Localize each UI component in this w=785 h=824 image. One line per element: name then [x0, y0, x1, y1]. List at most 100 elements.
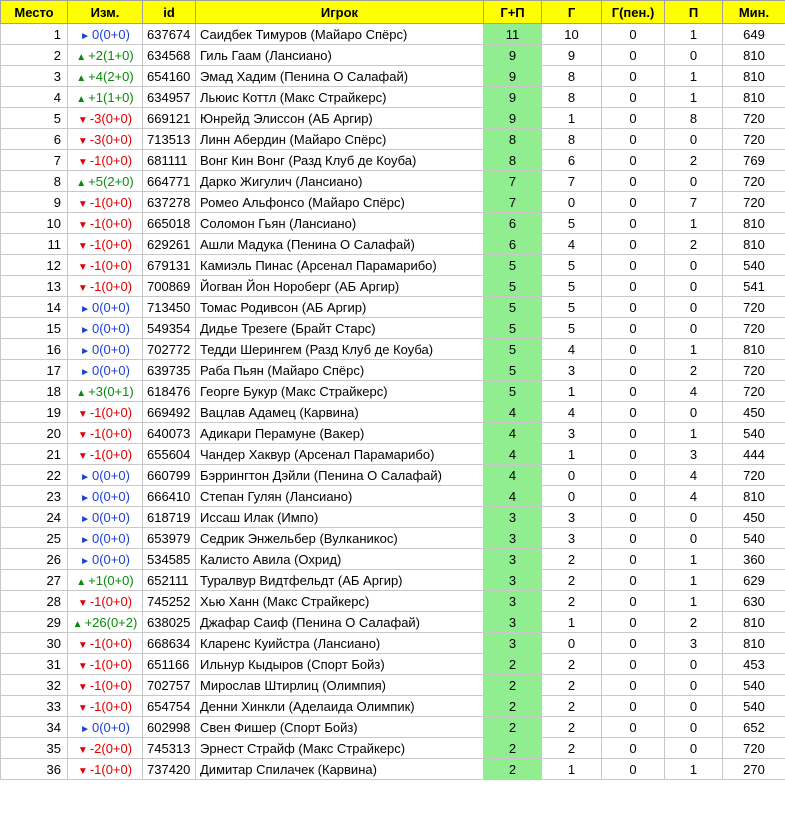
penalty-goals-cell: 0: [601, 464, 665, 486]
table-row[interactable]: 5 ▼ -3(0+0) 669121 Юнрейд Элиссон (АБ Аргир)…: [0, 107, 785, 129]
table-row[interactable]: 34 ► 0(0+0) 602998 Свен Фишер (Спорт Бойз) 2 2…: [0, 716, 785, 738]
table-row[interactable]: 28 ▼ -1(0+0) 745252 Хью Ханн (Макс Страйкерс…: [0, 590, 785, 612]
minutes-cell: 453: [722, 653, 785, 675]
table-row[interactable]: 4 ▲ +1(1+0) 634957 Льюис Коттл (Макс Страйке…: [0, 86, 785, 108]
goals-cell: 5: [541, 317, 602, 339]
id-cell: 745313: [142, 737, 196, 759]
table-row[interactable]: 7 ▼ -1(0+0) 681111 Вонг Кин Вонг (Разд Клуб …: [0, 149, 785, 171]
goals-assists-cell: 3: [483, 569, 542, 591]
table-row[interactable]: 2 ▲ +2(1+0) 634568 Гиль Гаам (Лансиано) 9 9 0 0 8…: [0, 44, 785, 66]
goals-assists-cell: 6: [483, 233, 542, 255]
col-header-goals-assists[interactable]: Г+П: [483, 0, 542, 24]
table-row[interactable]: 30 ▼ -1(0+0) 668634 Кларенс Куийстра (Лансиа…: [0, 632, 785, 654]
change-cell: ► 0(0+0): [67, 338, 143, 360]
change-cell: ▼ -1(0+0): [67, 212, 143, 234]
goals-cell: 5: [541, 212, 602, 234]
change-cell: ▼ -1(0+0): [67, 758, 143, 780]
player-cell: Ашли Мадука (Пенина О Салафай): [195, 233, 484, 255]
table-row[interactable]: 13 ▼ -1(0+0) 700869 Йогван Йон Нороберг (АБ …: [0, 275, 785, 297]
table-row[interactable]: 26 ► 0(0+0) 534585 Калисто Авила (Охрид) 3 2 0 1…: [0, 548, 785, 570]
penalty-goals-cell: 0: [601, 317, 665, 339]
arrow-up-icon: ▲: [76, 72, 87, 84]
arrow-right-icon: ►: [80, 723, 90, 735]
player-cell: Саидбек Тимуров (Майаро Спёрс): [195, 23, 484, 45]
id-cell: 652111: [142, 569, 196, 591]
col-header-place[interactable]: Место: [0, 0, 68, 24]
table-row[interactable]: 3 ▲ +4(2+0) 654160 Эмад Хадим (Пенина О Сала…: [0, 65, 785, 87]
table-row[interactable]: 36 ▼ -1(0+0) 737420 Димитар Спилачек (Карвин…: [0, 758, 785, 780]
place-cell: 1: [0, 23, 68, 45]
table-row[interactable]: 11 ▼ -1(0+0) 629261 Ашли Мадука (Пенина О Са…: [0, 233, 785, 255]
minutes-cell: 540: [722, 422, 785, 444]
player-cell: Чандер Хаквур (Арсенал Парамарибо): [195, 443, 484, 465]
col-header-player[interactable]: Игрок: [195, 0, 484, 24]
table-row[interactable]: 9 ▼ -1(0+0) 637278 Ромео Альфонсо (Майаро Сп…: [0, 191, 785, 213]
table-row[interactable]: 21 ▼ -1(0+0) 655604 Чандер Хаквур (Арсенал П…: [0, 443, 785, 465]
col-header-minutes[interactable]: Мин.: [722, 0, 785, 24]
minutes-cell: 720: [722, 170, 785, 192]
arrow-down-icon: ▼: [77, 660, 88, 672]
assists-cell: 1: [664, 338, 723, 360]
id-cell: 737420: [142, 758, 196, 780]
table-row[interactable]: 10 ▼ -1(0+0) 665018 Соломон Гьян (Лансиано) 6…: [0, 212, 785, 234]
col-header-goals[interactable]: Г: [541, 0, 602, 24]
table-row[interactable]: 33 ▼ -1(0+0) 654754 Денни Хинкли (Аделаида О…: [0, 695, 785, 717]
penalty-goals-cell: 0: [601, 716, 665, 738]
change-cell: ▲ +5(2+0): [67, 170, 143, 192]
player-cell: Калисто Авила (Охрид): [195, 548, 484, 570]
player-cell: Адикари Перамуне (Вакер): [195, 422, 484, 444]
place-cell: 24: [0, 506, 68, 528]
table-row[interactable]: 24 ► 0(0+0) 618719 Иссаш Илак (Импо) 3 3 0 0 450: [0, 506, 785, 528]
goals-cell: 0: [541, 464, 602, 486]
table-row[interactable]: 23 ► 0(0+0) 666410 Степан Гулян (Лансиано) 4 0…: [0, 485, 785, 507]
table-row[interactable]: 8 ▲ +5(2+0) 664771 Дарко Жигулич (Лансиано) 7…: [0, 170, 785, 192]
change-cell: ► 0(0+0): [67, 23, 143, 45]
arrow-right-icon: ►: [80, 324, 90, 336]
table-row[interactable]: 6 ▼ -3(0+0) 713513 Линн Абердин (Майаро Спёр…: [0, 128, 785, 150]
penalty-goals-cell: 0: [601, 653, 665, 675]
table-row[interactable]: 18 ▲ +3(0+1) 618476 Георге Букур (Макс Страй…: [0, 380, 785, 402]
table-row[interactable]: 31 ▼ -1(0+0) 651166 Ильнур Кыдыров (Спорт Бо…: [0, 653, 785, 675]
goals-assists-cell: 9: [483, 44, 542, 66]
minutes-cell: 720: [722, 464, 785, 486]
table-row[interactable]: 15 ► 0(0+0) 549354 Дидье Трезеге (Брайт Стар…: [0, 317, 785, 339]
assists-cell: 1: [664, 758, 723, 780]
table-row[interactable]: 12 ▼ -1(0+0) 679131 Камиэль Пинас (Арсенал П…: [0, 254, 785, 276]
table-row[interactable]: 16 ► 0(0+0) 702772 Тедди Шерингем (Разд Клуб…: [0, 338, 785, 360]
table-row[interactable]: 25 ► 0(0+0) 653979 Седрик Энжельбер (Вулкани…: [0, 527, 785, 549]
table-row[interactable]: 32 ▼ -1(0+0) 702757 Мирослав Штирлиц (Олимпи…: [0, 674, 785, 696]
goals-cell: 0: [541, 485, 602, 507]
table-row[interactable]: 20 ▼ -1(0+0) 640073 Адикари Перамуне (Вакер)…: [0, 422, 785, 444]
table-row[interactable]: 35 ▼ -2(0+0) 745313 Эрнест Страйф (Макс Стра…: [0, 737, 785, 759]
goals-assists-cell: 4: [483, 464, 542, 486]
col-header-assists[interactable]: П: [664, 0, 723, 24]
assists-cell: 0: [664, 254, 723, 276]
change-value: -1(0+0): [89, 236, 133, 252]
table-row[interactable]: 27 ▲ +1(0+0) 652111 Туралвур Видтфельдт (АБ …: [0, 569, 785, 591]
change-cell: ▼ -1(0+0): [67, 590, 143, 612]
table-row[interactable]: 17 ► 0(0+0) 639735 Раба Пьян (Майаро Спёрс) 5…: [0, 359, 785, 381]
id-cell: 702772: [142, 338, 196, 360]
table-row[interactable]: 19 ▼ -1(0+0) 669492 Вацлав Адамец (Карвина) 4…: [0, 401, 785, 423]
id-cell: 702757: [142, 674, 196, 696]
arrow-down-icon: ▼: [77, 408, 88, 420]
change-cell: ► 0(0+0): [67, 296, 143, 318]
table-row[interactable]: 1 ► 0(0+0) 637674 Саидбек Тимуров (Майаро Сп…: [0, 23, 785, 45]
arrow-up-icon: ▲: [72, 618, 83, 630]
goals-assists-cell: 2: [483, 737, 542, 759]
col-header-id[interactable]: id: [142, 0, 196, 24]
id-cell: 629261: [142, 233, 196, 255]
goals-assists-cell: 4: [483, 485, 542, 507]
table-row[interactable]: 22 ► 0(0+0) 660799 Бэррингтон Дэйли (Пенина …: [0, 464, 785, 486]
minutes-cell: 769: [722, 149, 785, 171]
goals-cell: 3: [541, 527, 602, 549]
table-row[interactable]: 14 ► 0(0+0) 713450 Томас Родивсон (АБ Аргир)…: [0, 296, 785, 318]
table-row[interactable]: 29 ▲ +26(0+2) 638025 Джафар Саиф (Пенина О С…: [0, 611, 785, 633]
assists-cell: 8: [664, 107, 723, 129]
change-value: -1(0+0): [89, 215, 133, 231]
id-cell: 681111: [142, 149, 196, 171]
col-header-change[interactable]: Изм.: [67, 0, 143, 24]
change-value: -1(0+0): [89, 425, 133, 441]
col-header-penalty-goals[interactable]: Г(пен.): [601, 0, 665, 24]
place-cell: 25: [0, 527, 68, 549]
